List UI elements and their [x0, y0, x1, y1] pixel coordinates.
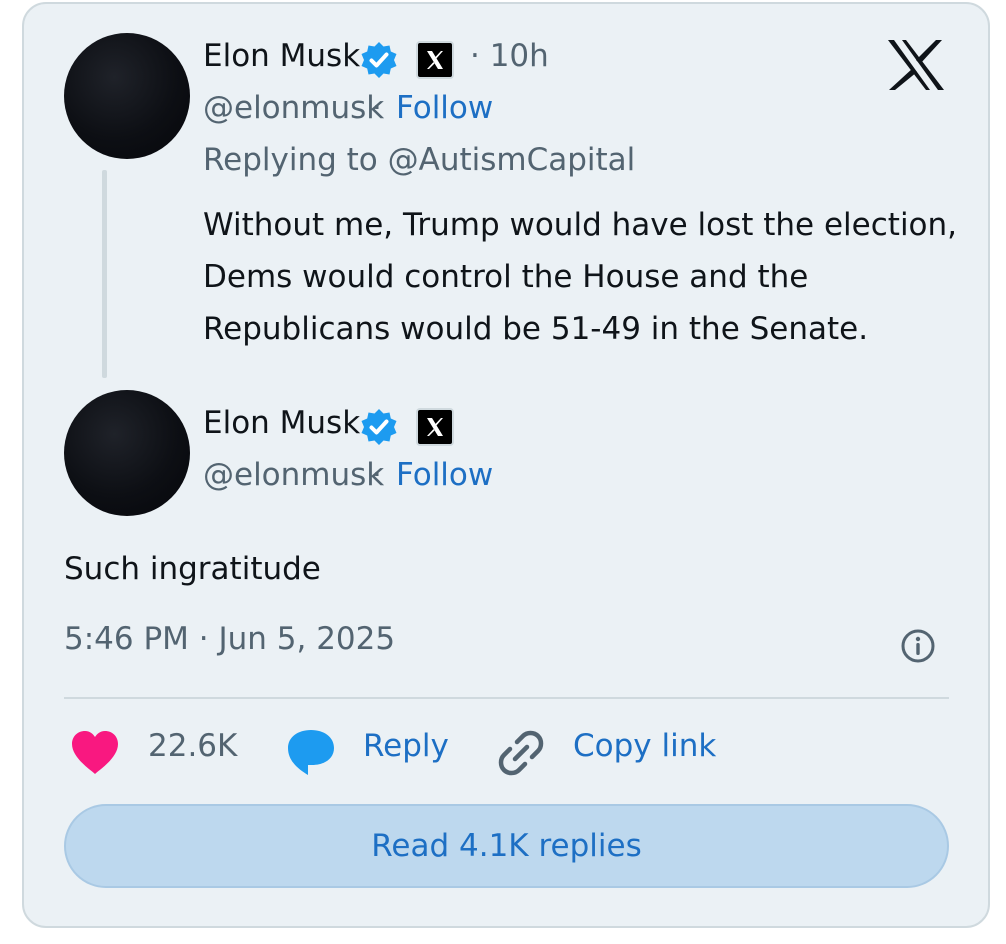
author-name[interactable]: Elon Musk: [203, 38, 360, 74]
heart-icon: [72, 731, 118, 774]
copy-link-label: Copy link: [573, 728, 717, 764]
avatar-parent[interactable]: [64, 33, 190, 159]
separator-dot: ·: [372, 457, 382, 493]
follow-link[interactable]: Follow: [396, 90, 493, 126]
parent-tweet-line-2: Dems would control the House and the: [203, 259, 809, 295]
tweet-timestamp[interactable]: 5:46 PM · Jun 5, 2025: [64, 621, 395, 657]
divider: [64, 697, 949, 699]
reply-action[interactable]: Reply: [284, 720, 454, 780]
x-affiliate-icon: [416, 408, 454, 446]
thread-connector-line: [102, 170, 107, 378]
parent-tweet-line-3: Republicans would be 51-49 in the Senate…: [203, 311, 869, 347]
tweet-time-ago[interactable]: · 10h: [470, 38, 549, 74]
avatar-reply[interactable]: [64, 390, 190, 516]
link-icon: [498, 730, 544, 776]
x-logo-icon[interactable]: [886, 38, 946, 92]
read-replies-label: Read 4.1K replies: [371, 828, 642, 864]
verified-badge-icon: [361, 42, 397, 78]
reply-tweet-text: Such ingratitude: [64, 551, 321, 587]
reply-bubble-icon: [288, 730, 334, 775]
verified-badge-icon: [361, 409, 397, 445]
author-handle[interactable]: @elonmusk: [203, 90, 384, 126]
parent-tweet-line-1: Without me, Trump would have lost the el…: [203, 207, 958, 243]
read-replies-button[interactable]: Read 4.1K replies: [64, 804, 949, 888]
author-handle[interactable]: @elonmusk: [203, 457, 384, 493]
separator-dot: ·: [372, 90, 382, 126]
replying-to-text[interactable]: Replying to @AutismCapital: [203, 142, 635, 178]
x-affiliate-icon: [416, 41, 454, 79]
copy-link-action[interactable]: Copy link: [494, 720, 717, 780]
like-action[interactable]: 22.6K: [64, 720, 238, 780]
reply-label: Reply: [363, 728, 449, 764]
like-count: 22.6K: [148, 728, 238, 764]
info-icon[interactable]: [900, 628, 936, 664]
follow-link[interactable]: Follow: [396, 457, 493, 493]
author-name[interactable]: Elon Musk: [203, 405, 360, 441]
